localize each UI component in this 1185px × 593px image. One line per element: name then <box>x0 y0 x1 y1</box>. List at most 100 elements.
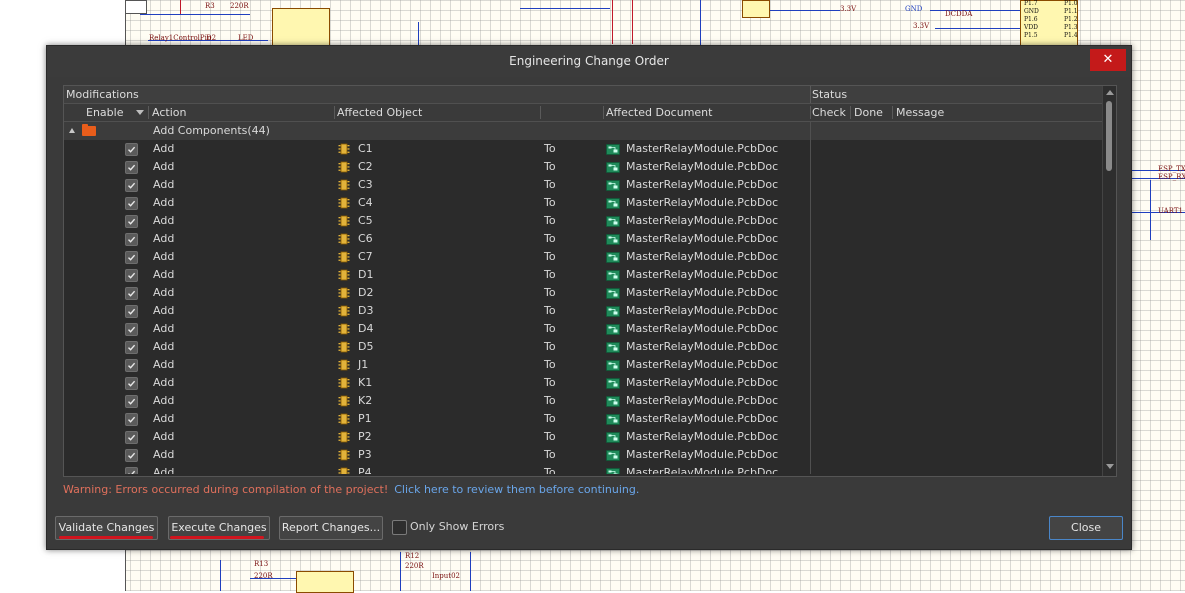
table-row[interactable]: Add C6 To MasterRelayModule.PcbDoc <box>64 230 1102 248</box>
collapse-triangle-icon[interactable] <box>69 128 75 133</box>
table-row[interactable]: Add P4 To MasterRelayModule.PcbDoc <box>64 464 1102 474</box>
enable-checkbox[interactable] <box>125 197 138 210</box>
enable-checkbox[interactable] <box>125 179 138 192</box>
column-separator <box>810 338 811 356</box>
enable-checkbox[interactable] <box>125 467 138 474</box>
table-row[interactable]: Add D1 To MasterRelayModule.PcbDoc <box>64 266 1102 284</box>
sort-down-icon[interactable] <box>136 110 144 115</box>
table-row[interactable]: Add C1 To MasterRelayModule.PcbDoc <box>64 140 1102 158</box>
table-row[interactable]: Add K2 To MasterRelayModule.PcbDoc <box>64 392 1102 410</box>
report-changes-button[interactable]: Report Changes... <box>279 516 383 540</box>
table-row[interactable]: Add K1 To MasterRelayModule.PcbDoc <box>64 374 1102 392</box>
row-affected-object: D4 <box>358 322 374 335</box>
enable-checkbox[interactable] <box>125 323 138 336</box>
scroll-down-icon[interactable] <box>1106 464 1114 469</box>
wire <box>700 0 701 46</box>
scroll-up-icon[interactable] <box>1106 90 1114 95</box>
pin-label: GND <box>1024 8 1039 15</box>
pcb-document-icon <box>606 288 620 299</box>
pcb-document-icon <box>606 324 620 335</box>
column-affected-document[interactable]: Affected Document <box>606 104 712 121</box>
wire <box>180 0 181 14</box>
enable-checkbox[interactable] <box>125 215 138 228</box>
enable-checkbox[interactable] <box>125 287 138 300</box>
table-row[interactable]: Add C4 To MasterRelayModule.PcbDoc <box>64 194 1102 212</box>
row-affected-document: MasterRelayModule.PcbDoc <box>626 466 779 474</box>
enable-checkbox[interactable] <box>125 233 138 246</box>
schematic-label: UART1 <box>1158 207 1184 215</box>
enable-checkbox[interactable] <box>125 359 138 372</box>
row-affected-object: P4 <box>358 466 372 474</box>
wire <box>220 560 221 591</box>
column-separator <box>540 106 541 119</box>
table-row[interactable]: Add D5 To MasterRelayModule.PcbDoc <box>64 338 1102 356</box>
column-affected-object[interactable]: Affected Object <box>337 104 422 121</box>
optocoupler-chip <box>272 8 330 48</box>
column-check[interactable]: Check <box>812 104 846 121</box>
table-row[interactable]: Add D3 To MasterRelayModule.PcbDoc <box>64 302 1102 320</box>
enable-checkbox[interactable] <box>125 395 138 408</box>
close-window-button[interactable]: ✕ <box>1090 49 1126 71</box>
row-action: Add <box>153 322 175 335</box>
row-action: Add <box>153 466 175 474</box>
table-row[interactable]: Add D4 To MasterRelayModule.PcbDoc <box>64 320 1102 338</box>
row-to: To <box>544 250 556 263</box>
table-row[interactable]: Add P1 To MasterRelayModule.PcbDoc <box>64 410 1102 428</box>
column-separator <box>810 86 811 103</box>
column-action[interactable]: Action <box>152 104 186 121</box>
enable-checkbox[interactable] <box>125 251 138 264</box>
review-errors-link[interactable]: Click here to review them before continu… <box>394 483 639 496</box>
change-list[interactable]: Add Components(44) Add C1 To MasterRelayMod… <box>64 122 1102 474</box>
row-affected-document: MasterRelayModule.PcbDoc <box>626 232 779 245</box>
enable-checkbox[interactable] <box>125 431 138 444</box>
scroll-thumb[interactable] <box>1106 101 1112 171</box>
row-to: To <box>544 322 556 335</box>
row-affected-document: MasterRelayModule.PcbDoc <box>626 178 779 191</box>
column-enable[interactable]: Enable <box>86 104 123 121</box>
table-row[interactable]: Add D2 To MasterRelayModule.PcbDoc <box>64 284 1102 302</box>
row-affected-object: P1 <box>358 412 372 425</box>
row-action: Add <box>153 250 175 263</box>
component-icon <box>338 197 350 209</box>
checkmark-icon <box>128 470 136 474</box>
enable-checkbox[interactable] <box>125 449 138 462</box>
close-button[interactable]: Close <box>1049 516 1123 540</box>
pin-label: P1.7 <box>1024 0 1038 7</box>
table-row[interactable]: Add J1 To MasterRelayModule.PcbDoc <box>64 356 1102 374</box>
enable-checkbox[interactable] <box>125 143 138 156</box>
category-row[interactable]: Add Components(44) <box>64 122 1102 140</box>
table-row[interactable]: Add C2 To MasterRelayModule.PcbDoc <box>64 158 1102 176</box>
dialog-titlebar[interactable]: Engineering Change Order ✕ <box>47 46 1131 77</box>
row-action: Add <box>153 304 175 317</box>
row-action: Add <box>153 376 175 389</box>
enable-checkbox[interactable] <box>125 377 138 390</box>
row-affected-document: MasterRelayModule.PcbDoc <box>626 304 779 317</box>
row-affected-document: MasterRelayModule.PcbDoc <box>626 430 779 443</box>
row-to: To <box>544 178 556 191</box>
wire <box>470 552 471 591</box>
table-row[interactable]: Add C5 To MasterRelayModule.PcbDoc <box>64 212 1102 230</box>
row-to: To <box>544 394 556 407</box>
schematic-label: GND <box>905 5 923 13</box>
pin-label: P1.3 <box>1064 24 1078 31</box>
enable-checkbox[interactable] <box>125 305 138 318</box>
table-row[interactable]: Add P3 To MasterRelayModule.PcbDoc <box>64 446 1102 464</box>
enable-checkbox[interactable] <box>125 269 138 282</box>
category-label: Add Components(44) <box>153 124 270 137</box>
enable-checkbox[interactable] <box>125 341 138 354</box>
vertical-scrollbar[interactable] <box>1102 86 1116 476</box>
modifications-grid[interactable]: Modifications Status Enable Action Affec… <box>63 85 1117 477</box>
column-message[interactable]: Message <box>896 104 944 121</box>
row-affected-object: D3 <box>358 304 374 317</box>
table-row[interactable]: Add C3 To MasterRelayModule.PcbDoc <box>64 176 1102 194</box>
only-show-errors-checkbox[interactable] <box>392 520 407 535</box>
pcb-document-icon <box>606 378 620 389</box>
table-row[interactable]: Add P2 To MasterRelayModule.PcbDoc <box>64 428 1102 446</box>
table-row[interactable]: Add C7 To MasterRelayModule.PcbDoc <box>64 248 1102 266</box>
enable-checkbox[interactable] <box>125 161 138 174</box>
column-done[interactable]: Done <box>854 104 883 121</box>
pin-label: P1.2 <box>1064 16 1078 23</box>
enable-checkbox[interactable] <box>125 413 138 426</box>
annotation-underline <box>170 536 264 539</box>
row-action: Add <box>153 412 175 425</box>
